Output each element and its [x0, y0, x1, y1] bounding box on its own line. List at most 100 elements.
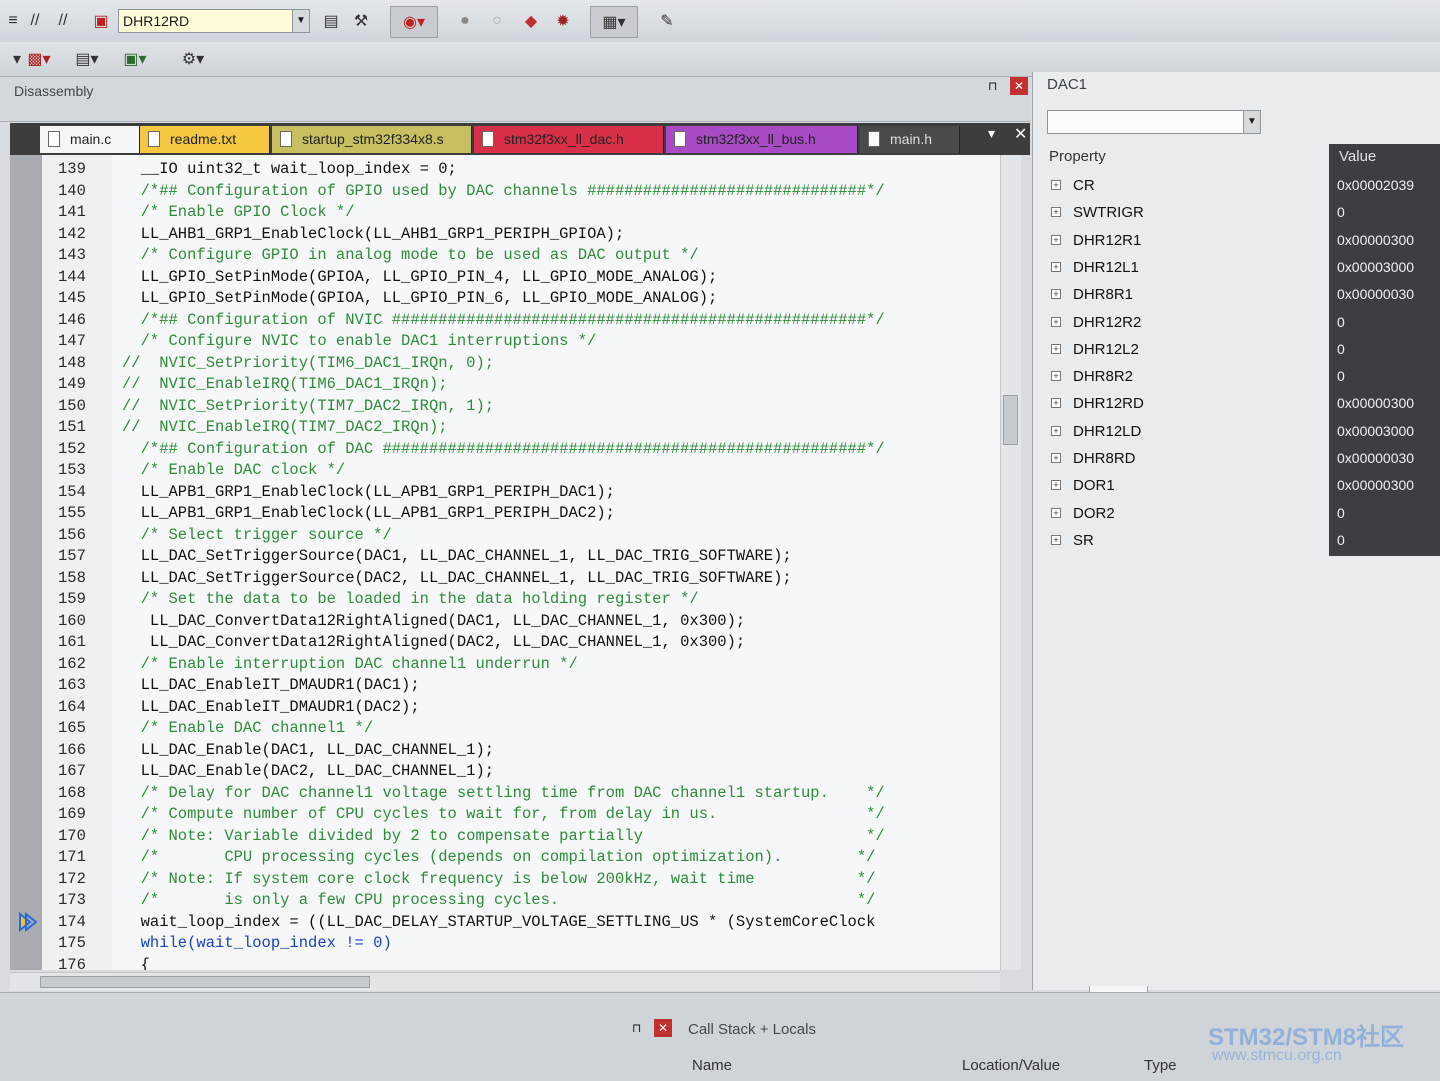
register-row[interactable]: + SR 0: [1047, 527, 1437, 554]
expand-icon[interactable]: +: [1051, 453, 1061, 463]
register-value[interactable]: 0x00002039: [1337, 172, 1414, 199]
code-line[interactable]: 160 LL_DAC_ConvertData12RightAligned(DAC…: [10, 611, 1020, 633]
code-line[interactable]: 171 /* CPU processing cycles (depends on…: [10, 847, 1020, 869]
pack-installer-icon[interactable]: ✹: [550, 8, 576, 34]
register-value[interactable]: 0x00000300: [1337, 472, 1414, 499]
register-row[interactable]: + DHR12LD 0x00003000: [1047, 418, 1437, 445]
code-line[interactable]: 153 /* Enable DAC clock */: [10, 460, 1020, 482]
code-line[interactable]: 166 LL_DAC_Enable(DAC1, LL_DAC_CHANNEL_1…: [10, 740, 1020, 762]
tab-list-icon[interactable]: ▾: [988, 125, 995, 142]
column-header-type[interactable]: Type: [1144, 1057, 1177, 1074]
code-line[interactable]: 174 wait_loop_index = ((LL_DAC_DELAY_STA…: [10, 911, 1020, 934]
code-line[interactable]: 147 /* Configure NVIC to enable DAC1 int…: [10, 331, 1020, 353]
register-row[interactable]: + DOR2 0: [1047, 500, 1437, 527]
register-row[interactable]: + SWTRIGR 0: [1047, 199, 1437, 226]
circle-icon[interactable]: ○: [484, 8, 510, 34]
chevron-down-icon[interactable]: ▼: [1243, 111, 1260, 133]
code-line[interactable]: 154 LL_APB1_GRP1_EnableClock(LL_APB1_GRP…: [10, 482, 1020, 504]
register-row[interactable]: + DHR8RD 0x00000030: [1047, 445, 1437, 472]
expand-icon[interactable]: +: [1051, 234, 1061, 245]
trace-icon[interactable]: ⚙▾: [180, 46, 206, 72]
register-row[interactable]: + DHR8R2 0: [1047, 363, 1437, 390]
editor-horizontal-scrollbar[interactable]: [10, 972, 1000, 991]
code-line[interactable]: 162 /* Enable interruption DAC channel1 …: [10, 654, 1020, 676]
peripheral-select[interactable]: ▼: [1047, 110, 1261, 134]
disassembly-window-icon[interactable]: ▤▾: [74, 46, 100, 72]
code-line[interactable]: 156 /* Select trigger source */: [10, 525, 1020, 547]
pin-icon[interactable]: ⊓: [988, 79, 997, 93]
expand-icon[interactable]: +: [1051, 207, 1061, 218]
register-row[interactable]: + DHR12RD 0x00000300: [1047, 390, 1437, 417]
code-line[interactable]: 173 /* is only a few CPU processing cycl…: [10, 890, 1020, 912]
register-value[interactable]: 0: [1337, 363, 1345, 390]
code-line[interactable]: 168 /* Delay for DAC channel1 voltage se…: [10, 783, 1020, 805]
code-line[interactable]: 165 /* Enable DAC channel1 */: [10, 718, 1020, 740]
register-value[interactable]: 0x00003000: [1337, 418, 1414, 445]
tab-main-c[interactable]: main.c: [40, 126, 140, 153]
uncomment-icon[interactable]: //: [22, 8, 48, 34]
code-line[interactable]: 143 /* Configure GPIO in analog mode to …: [10, 245, 1020, 267]
code-line[interactable]: 175 while(wait_loop_index != 0): [10, 933, 1020, 955]
register-value[interactable]: 0x00000030: [1337, 445, 1414, 472]
tab-ll-bus[interactable]: stm32f3xx_ll_bus.h: [666, 126, 858, 153]
code-line[interactable]: 157 LL_DAC_SetTriggerSource(DAC1, LL_DAC…: [10, 546, 1020, 568]
editor-vertical-scrollbar[interactable]: [1000, 155, 1021, 970]
tab-startup[interactable]: startup_stm32f334x8.s: [272, 126, 472, 153]
debug-session-button[interactable]: ◉▾: [390, 6, 438, 38]
code-line[interactable]: 167 LL_DAC_Enable(DAC2, LL_DAC_CHANNEL_1…: [10, 761, 1020, 783]
target-options-icon[interactable]: ▣: [88, 8, 114, 34]
code-line[interactable]: 140 /*## Configuration of GPIO used by D…: [10, 181, 1020, 203]
scrollbar-thumb[interactable]: [1003, 395, 1018, 445]
expand-icon[interactable]: +: [1051, 289, 1061, 300]
register-row[interactable]: + CR 0x00002039: [1047, 172, 1437, 199]
code-editor[interactable]: 139 __IO uint32_t wait_loop_index = 0; 14…: [10, 155, 1020, 970]
register-row[interactable]: + DHR12R1 0x00000300: [1047, 227, 1437, 254]
expand-icon[interactable]: +: [1051, 425, 1061, 436]
register-value[interactable]: 0: [1337, 336, 1345, 363]
code-line[interactable]: 158 LL_DAC_SetTriggerSource(DAC2, LL_DAC…: [10, 568, 1020, 590]
code-line[interactable]: 151 // NVIC_EnableIRQ(TIM7_DAC2_IRQn);: [10, 417, 1020, 439]
register-value[interactable]: 0: [1337, 500, 1345, 527]
code-line[interactable]: 176 {: [10, 955, 1020, 971]
code-line[interactable]: 145 LL_GPIO_SetPinMode(GPIOA, LL_GPIO_PI…: [10, 288, 1020, 310]
pin-icon[interactable]: ⊓: [632, 1021, 641, 1035]
code-line[interactable]: 152 /*## Configuration of DAC ##########…: [10, 439, 1020, 461]
code-line[interactable]: 170 /* Note: Variable divided by 2 to co…: [10, 826, 1020, 848]
code-line[interactable]: 150 // NVIC_SetPriority(TIM7_DAC2_IRQn, 1…: [10, 396, 1020, 418]
close-icon[interactable]: ✕: [654, 1019, 672, 1037]
close-icon[interactable]: ✕: [1010, 77, 1028, 95]
manage-components-icon[interactable]: ⚒: [348, 8, 374, 34]
code-line[interactable]: 149 // NVIC_EnableIRQ(TIM6_DAC1_IRQn);: [10, 374, 1020, 396]
expand-icon[interactable]: +: [1051, 480, 1061, 491]
expand-icon[interactable]: +: [1051, 371, 1061, 382]
watch-window-icon[interactable]: ▣▾: [122, 46, 148, 72]
comment-icon[interactable]: //: [50, 8, 76, 34]
wrench-icon[interactable]: ✎: [654, 8, 680, 34]
tab-main-h[interactable]: main.h: [860, 126, 960, 153]
scrollbar-thumb[interactable]: [40, 976, 370, 988]
expand-icon[interactable]: +: [1051, 507, 1061, 518]
register-value[interactable]: 0x00000300: [1337, 227, 1414, 254]
close-icon[interactable]: ✕: [1014, 124, 1027, 144]
code-line[interactable]: 164 LL_DAC_EnableIT_DMAUDR1(DAC2);: [10, 697, 1020, 719]
code-line[interactable]: 144 LL_GPIO_SetPinMode(GPIOA, LL_GPIO_PI…: [10, 267, 1020, 289]
register-row[interactable]: + DOR1 0x00000300: [1047, 472, 1437, 499]
tab-readme[interactable]: readme.txt: [140, 126, 270, 153]
expand-icon[interactable]: +: [1051, 398, 1061, 409]
code-line[interactable]: 159 /* Set the data to be loaded in the …: [10, 589, 1020, 611]
tab-ll-dac[interactable]: stm32f3xx_ll_dac.h: [474, 126, 664, 153]
target-select[interactable]: DHR12RD ▼: [118, 9, 310, 33]
expand-icon[interactable]: +: [1051, 316, 1061, 327]
code-line[interactable]: 146 /*## Configuration of NVIC #########…: [10, 310, 1020, 332]
code-line[interactable]: 155 LL_APB1_GRP1_EnableClock(LL_APB1_GRP…: [10, 503, 1020, 525]
expand-icon[interactable]: +: [1051, 343, 1061, 354]
register-value[interactable]: 0: [1337, 309, 1345, 336]
window-layout-button[interactable]: ▦▾: [590, 6, 638, 38]
register-value[interactable]: 0x00000300: [1337, 390, 1414, 417]
expand-icon[interactable]: +: [1051, 534, 1061, 545]
code-line[interactable]: 148 // NVIC_SetPriority(TIM6_DAC1_IRQn, 0…: [10, 353, 1020, 375]
register-window-icon[interactable]: ▩▾: [26, 46, 52, 72]
code-line[interactable]: 161 LL_DAC_ConvertData12RightAligned(DAC…: [10, 632, 1020, 654]
file-extensions-icon[interactable]: ▤: [318, 8, 344, 34]
chevron-down-icon[interactable]: ▼: [292, 10, 309, 32]
